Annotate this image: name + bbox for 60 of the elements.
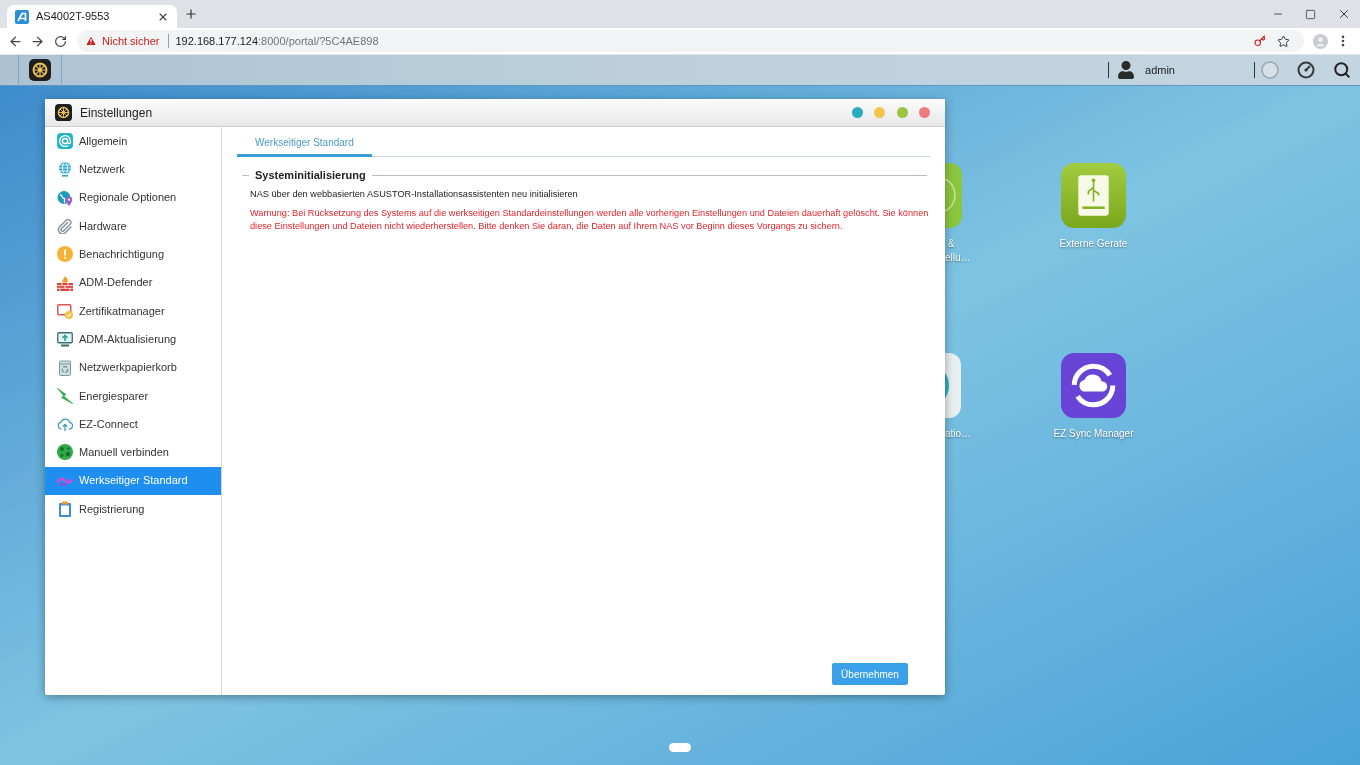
window-control-icon[interactable] bbox=[919, 107, 930, 118]
plus-icon bbox=[184, 7, 198, 21]
globe-icon bbox=[57, 161, 73, 178]
app-icon[interactable] bbox=[945, 353, 961, 418]
dock-handle[interactable] bbox=[669, 743, 691, 752]
browser-tab[interactable]: AS4002T-9553 bbox=[7, 5, 177, 28]
sidebar-item[interactable]: Benachrichtigung bbox=[45, 240, 221, 269]
window-title: Einstellungen bbox=[80, 104, 153, 122]
network-globe-icon bbox=[57, 444, 73, 461]
globe-pin-icon bbox=[57, 189, 73, 206]
certificate-icon bbox=[57, 302, 73, 319]
star-icon[interactable] bbox=[1277, 34, 1290, 48]
user-menu[interactable]: admin bbox=[1117, 61, 1175, 79]
recycle-bin-icon bbox=[57, 359, 73, 376]
back-icon[interactable] bbox=[8, 33, 23, 49]
settings-app-icon[interactable] bbox=[29, 59, 51, 81]
app-label: & bbox=[947, 237, 955, 251]
at-sign-icon bbox=[57, 133, 73, 150]
warning-text: Warnung: Bei Rücksetzung des Systems auf die werkseitigen Standardeinstellungen werden alle vorherigen Einstellungen und Dateien dauerhaft gelöscht. Sie können diese Einstellungen und Dateien nicht wiederherstellen. Bitte denken Sie daran, die Daten auf Ihrem NAS vor Beginn dieses Vorgangs zu sichern. bbox=[250, 206, 930, 233]
app-label: ellu… bbox=[945, 251, 971, 265]
sidebar-item[interactable]: EZ-Connect bbox=[45, 409, 221, 439]
favicon-icon bbox=[15, 9, 29, 24]
cloud-upload-icon bbox=[57, 416, 73, 433]
sidebar-item[interactable]: Registrierung bbox=[45, 494, 221, 524]
key-icon[interactable] bbox=[1254, 35, 1266, 47]
cloud-sync-icon[interactable] bbox=[1061, 353, 1126, 418]
sidebar-item[interactable]: Hardware bbox=[45, 211, 221, 241]
sidebar-item[interactable]: Regionale Optionen bbox=[45, 183, 221, 212]
paperclip-icon bbox=[57, 218, 73, 235]
alert-icon bbox=[57, 246, 73, 263]
clipboard-icon bbox=[57, 501, 73, 517]
gauge-icon[interactable] bbox=[1297, 61, 1315, 79]
description-text: NAS über den webbasierten ASUSTOR-Installationsassistenten neu initialisieren bbox=[250, 187, 579, 201]
lightning-icon bbox=[57, 387, 73, 404]
app-label: atio… bbox=[945, 427, 972, 441]
warning-icon bbox=[85, 35, 97, 47]
sidebar-item[interactable]: Netzwerkpapierkorb bbox=[45, 353, 221, 382]
sidebar-item[interactable]: ADM-Aktualisierung bbox=[45, 325, 221, 354]
sidebar-item[interactable]: Energiesparer bbox=[45, 381, 221, 410]
security-warning-button[interactable]: Nicht sicher bbox=[82, 32, 163, 50]
sidebar-item[interactable]: Netzwerk bbox=[45, 155, 221, 184]
settings-app-icon[interactable] bbox=[55, 104, 72, 121]
monitor-upload-icon bbox=[57, 331, 73, 348]
firewall-icon bbox=[57, 274, 73, 291]
app-label: Externe Gerate bbox=[1059, 237, 1128, 251]
search-icon[interactable] bbox=[1333, 61, 1351, 79]
address-bar[interactable]: Nicht sicher 192.168.177.124:8000/portal/?5C4AE898 bbox=[77, 30, 1304, 52]
window-control-icon[interactable] bbox=[851, 107, 863, 118]
url-text: 192.168.177.124:8000/portal/?5C4AE898 bbox=[175, 33, 379, 49]
maximize-icon bbox=[1305, 8, 1316, 20]
section-title: Systeminitialisierung bbox=[254, 168, 367, 183]
forward-icon[interactable] bbox=[30, 33, 45, 49]
sidebar-item[interactable]: Allgemein bbox=[45, 127, 221, 156]
sidebar-item[interactable]: ADM-Defender bbox=[45, 268, 221, 297]
sidebar-item[interactable]: Zertifikatmanager bbox=[45, 296, 221, 326]
usb-drive-icon[interactable] bbox=[1061, 163, 1126, 228]
user-icon bbox=[1117, 61, 1136, 79]
reload-icon[interactable] bbox=[54, 34, 67, 48]
app-label: EZ Sync Manager bbox=[1053, 427, 1134, 441]
sidebar-item[interactable]: Manuell verbinden bbox=[45, 438, 221, 467]
